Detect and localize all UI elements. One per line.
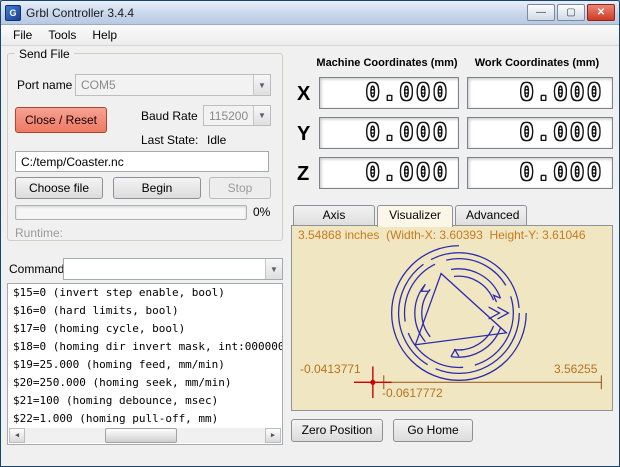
- console-line: $16=0 (hard limits, bool): [13, 304, 179, 317]
- last-state-value: Idle: [207, 133, 227, 147]
- scrollbar-track[interactable]: [25, 428, 265, 443]
- port-name-label: Port name: [17, 78, 73, 92]
- chevron-down-icon: ▼: [253, 75, 270, 95]
- scrollbar-thumb[interactable]: [105, 428, 177, 443]
- console-line: $20=250.000 (homing seek, mm/min): [13, 376, 232, 389]
- go-home-button[interactable]: Go Home: [393, 419, 473, 442]
- port-name-value: COM5: [81, 78, 116, 92]
- work-coordinate-z: 0.000: [467, 157, 613, 189]
- tab-advanced[interactable]: Advanced: [455, 205, 527, 226]
- machine-coordinate-z: 0.000: [319, 157, 459, 189]
- grbl-controller-window: G Grbl Controller 3.4.4 — ▢ ✕ File Tools…: [0, 0, 620, 467]
- begin-button[interactable]: Begin: [113, 177, 201, 199]
- console-line: $19=25.000 (homing feed, mm/min): [13, 358, 225, 371]
- chevron-down-icon: ▼: [253, 106, 270, 125]
- axis-label-y: Y: [297, 123, 311, 145]
- work-coordinates-header: Work Coordinates (mm): [474, 57, 600, 69]
- stop-button[interactable]: Stop: [209, 177, 271, 199]
- command-combobox[interactable]: ▼: [63, 258, 283, 280]
- progress-percent: 0%: [253, 205, 271, 219]
- scroll-left-icon[interactable]: ◀: [9, 428, 25, 443]
- machine-coordinate-y: 0.000: [319, 117, 459, 149]
- send-file-group-label: Send File: [15, 47, 74, 61]
- work-coordinate-x: 0.000: [467, 77, 613, 109]
- app-icon: G: [5, 4, 21, 21]
- menu-help[interactable]: Help: [84, 26, 125, 44]
- menu-tools[interactable]: Tools: [40, 26, 84, 44]
- minimize-button[interactable]: —: [527, 4, 555, 21]
- console-line: $15=0 (invert step enable, bool): [13, 286, 225, 299]
- machine-coordinates-header: Machine Coordinates (mm): [316, 57, 458, 69]
- tab-axis-control[interactable]: Axis Control: [293, 205, 375, 241]
- visualizer-info: 3.54868 inches (Width-X: 3.60393 Height-…: [298, 228, 586, 242]
- min-x-label: -0.0413771: [300, 362, 361, 376]
- port-name-select[interactable]: COM5 ▼: [75, 74, 271, 96]
- baud-rate-label: Baud Rate: [141, 109, 198, 123]
- titlebar[interactable]: G Grbl Controller 3.4.4 — ▢ ✕: [1, 1, 619, 25]
- scroll-right-icon[interactable]: ▶: [265, 428, 281, 443]
- last-state-label: Last State:: [141, 133, 199, 147]
- lcd-value: 0.000: [519, 160, 604, 187]
- file-path-input[interactable]: [15, 151, 269, 172]
- close-reset-button[interactable]: Close / Reset: [15, 107, 107, 133]
- machine-coordinate-x: 0.000: [319, 77, 459, 109]
- max-x-label: 3.56255: [554, 362, 598, 376]
- tab-visualizer[interactable]: Visualizer: [377, 205, 453, 227]
- console-line: $22=1.000 (homing pull-off, mm): [13, 412, 219, 425]
- lcd-value: 0.000: [519, 120, 604, 147]
- menu-bar: File Tools Help: [1, 25, 619, 46]
- visualizer-panel[interactable]: 3.54868 inches (Width-X: 3.60393 Height-…: [291, 225, 613, 411]
- lcd-value: 0.000: [365, 160, 450, 187]
- zero-position-button[interactable]: Zero Position: [291, 419, 383, 442]
- lcd-value: 0.000: [519, 80, 604, 107]
- close-button[interactable]: ✕: [587, 4, 615, 21]
- lcd-value: 0.000: [365, 120, 450, 147]
- progress-bar: [15, 205, 247, 220]
- runtime-label: Runtime:: [15, 226, 64, 240]
- axis-label-x: X: [297, 83, 311, 105]
- axis-label-z: Z: [297, 163, 310, 185]
- status-console[interactable]: $15=0 (invert step enable, bool) $16=0 (…: [7, 283, 283, 445]
- min-y-label: -0.0617772: [382, 386, 443, 400]
- menu-file[interactable]: File: [5, 26, 40, 44]
- work-coordinate-y: 0.000: [467, 117, 613, 149]
- chevron-down-icon: ▼: [265, 259, 282, 279]
- choose-file-button[interactable]: Choose file: [15, 177, 103, 199]
- window-title: Grbl Controller 3.4.4: [26, 5, 135, 20]
- console-line: $17=0 (homing cycle, bool): [13, 322, 186, 335]
- console-line: $21=100 (homing debounce, msec): [13, 394, 219, 407]
- baud-rate-value: 115200: [209, 108, 249, 123]
- command-label: Command: [9, 262, 65, 276]
- baud-rate-select[interactable]: 115200 ▼: [203, 105, 271, 126]
- console-line: $18=0 (homing dir invert mask, int:00000…: [13, 340, 283, 353]
- maximize-button[interactable]: ▢: [557, 4, 585, 21]
- toolpath-canvas[interactable]: [292, 226, 612, 410]
- horizontal-scrollbar[interactable]: ◀ ▶: [9, 428, 281, 443]
- lcd-value: 0.000: [365, 80, 450, 107]
